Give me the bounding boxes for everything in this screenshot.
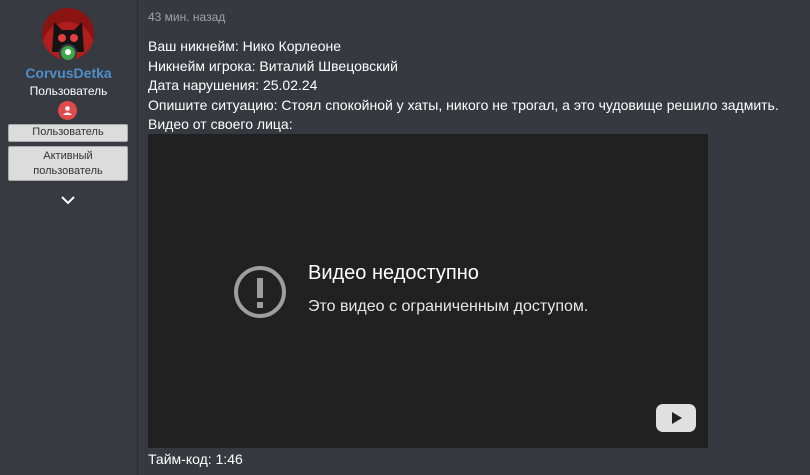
author-username[interactable]: CorvusDetka <box>0 65 137 81</box>
post-content: 43 мин. назад Ваш никнейм: Нико Корлеоне… <box>138 0 810 475</box>
online-status-icon <box>59 44 77 62</box>
timecode-line: Тайм-код: 1:46 <box>148 451 243 467</box>
warning-icon <box>232 264 288 320</box>
chevron-down-icon[interactable] <box>59 193 77 205</box>
video-error-message: Это видео с ограниченным доступом. <box>308 298 589 315</box>
post-line-player: Никнейм игрока: Виталий Швецовский <box>148 58 398 74</box>
video-error-title: Видео недоступно <box>308 262 479 284</box>
youtube-icon[interactable] <box>656 404 696 432</box>
active-user-badge: Активный пользователь <box>8 146 128 181</box>
author-role: Пользователь <box>29 84 108 98</box>
user-role-icon <box>58 101 77 120</box>
video-embed[interactable]: Видео недоступно Это видео с ограниченны… <box>148 134 708 448</box>
avatar[interactable] <box>42 8 94 62</box>
post-line-date: Дата нарушения: 25.02.24 <box>148 77 318 93</box>
author-sidebar: CorvusDetka Пользователь Пользователь Ак… <box>0 0 138 475</box>
post-line-situation: Опишите ситуацию: Стоял спокойной у хаты… <box>148 97 779 113</box>
post-line-video-label: Видео от своего лица: <box>148 116 293 132</box>
post-line-nickname: Ваш никнейм: Нико Корлеоне <box>148 38 342 54</box>
user-badge: Пользователь <box>8 124 128 142</box>
post-time[interactable]: 43 мин. назад <box>148 10 225 24</box>
